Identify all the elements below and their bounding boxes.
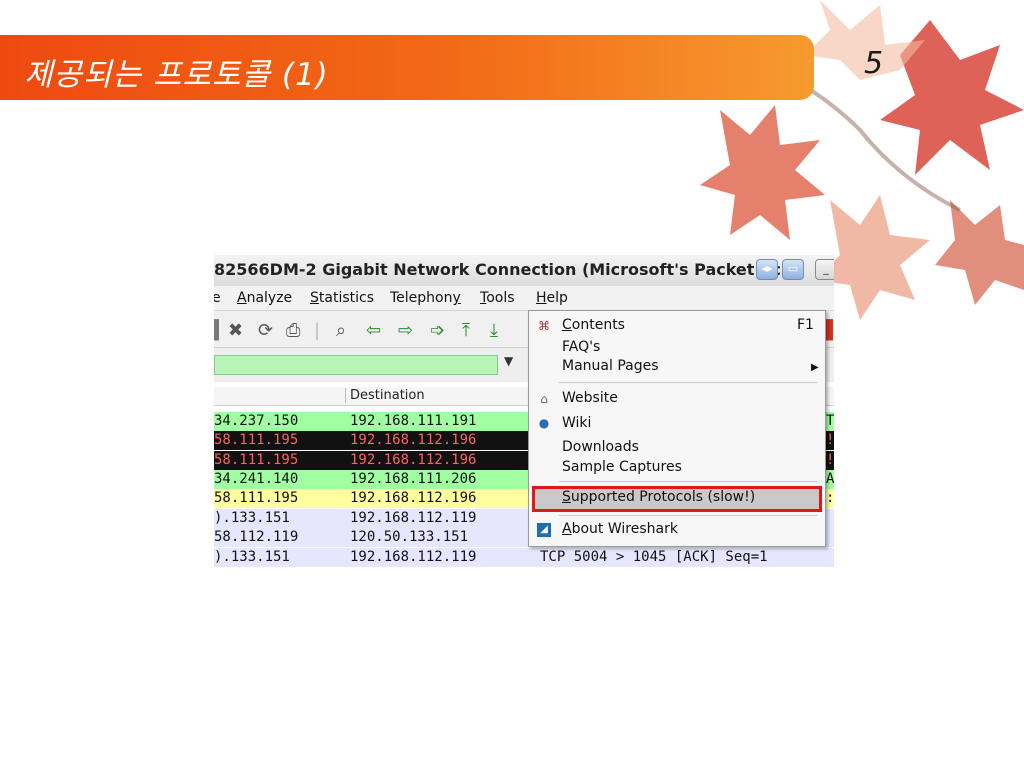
menu-statistics[interactable]: Statistics bbox=[310, 290, 374, 306]
go-to-packet-icon[interactable]: ➩ bbox=[430, 320, 445, 341]
filter-dropdown-arrow-icon[interactable]: ▼ bbox=[504, 354, 513, 368]
help-menu-website[interactable]: Website bbox=[562, 390, 618, 406]
menu-bar: e Analyze Statistics Telephony Tools Hel… bbox=[214, 286, 834, 341]
minimize-button[interactable]: _ bbox=[815, 259, 834, 280]
cell-source: 58.111.195 bbox=[214, 432, 299, 448]
toolbar-edge-red-icon: ▌ bbox=[826, 320, 834, 341]
find-packet-icon[interactable]: ⌕ bbox=[336, 320, 346, 341]
table-row[interactable]: ).133.151 192.168.112.119 TCP 5004 > 1045 … bbox=[214, 548, 834, 567]
help-menu-downloads[interactable]: Downloads bbox=[562, 439, 639, 455]
help-menu-sample-captures[interactable]: Sample Captures bbox=[562, 459, 682, 475]
cell-destination: 192.168.112.196 bbox=[350, 452, 477, 468]
help-menu-manual-pages[interactable]: Manual Pages bbox=[562, 358, 659, 374]
help-menu-wiki[interactable]: Wiki bbox=[562, 415, 591, 431]
close-file-icon[interactable]: ✖ bbox=[228, 320, 243, 341]
reload-icon[interactable]: ⟳ bbox=[258, 320, 273, 341]
menu-analyze[interactable]: Analyze bbox=[237, 290, 292, 306]
wireshark-screenshot: 82566DM-2 Gigabit Network Connection (Mi… bbox=[214, 255, 834, 572]
cell-source: ).133.151 bbox=[214, 510, 290, 526]
menu-file-partial[interactable]: e bbox=[214, 290, 221, 306]
submenu-arrow-icon: ▶ bbox=[811, 362, 819, 373]
menu-separator bbox=[559, 515, 817, 516]
menu-separator bbox=[559, 382, 817, 383]
minimize-icon: _ bbox=[823, 262, 829, 275]
contents-help-icon: ⌘ bbox=[538, 319, 550, 333]
cell-destination: 192.168.111.206 bbox=[350, 471, 477, 487]
menu-help[interactable]: Help bbox=[536, 290, 568, 306]
leaf-shape bbox=[700, 105, 825, 240]
cell-info-edge: : bbox=[826, 490, 834, 506]
window-titlebar: 82566DM-2 Gigabit Network Connection (Mi… bbox=[214, 255, 834, 287]
wireshark-fin-icon: ◢ bbox=[537, 523, 551, 537]
menu-tools[interactable]: Tools bbox=[480, 290, 515, 306]
maximize-icon: ▭ bbox=[787, 262, 799, 275]
cell-source: 34.241.140 bbox=[214, 471, 299, 487]
cell-destination: 192.168.111.191 bbox=[350, 413, 477, 429]
slide-title: 제공되는 프로토콜 (1) bbox=[24, 57, 329, 93]
first-packet-icon[interactable]: ⤒ bbox=[462, 320, 470, 341]
contents-shortcut: F1 bbox=[797, 317, 814, 333]
cell-destination: 192.168.112.196 bbox=[350, 490, 477, 506]
restore-icon: ◂▸ bbox=[761, 262, 773, 275]
maximize-button[interactable]: ▭ bbox=[782, 259, 804, 280]
page-number: 5 bbox=[864, 46, 884, 81]
help-menu-faqs[interactable]: FAQ's bbox=[562, 339, 600, 355]
display-filter-input[interactable] bbox=[214, 355, 498, 375]
cell-info-edge: T bbox=[826, 413, 834, 429]
help-menu-contents[interactable]: Contents bbox=[562, 317, 625, 333]
title-banner: 제공되는 프로토콜 (1) bbox=[0, 35, 814, 100]
leaf-shape bbox=[935, 200, 1024, 305]
cell-source: ).133.151 bbox=[214, 549, 290, 565]
cell-source: 58.112.119 bbox=[214, 529, 299, 545]
last-packet-icon[interactable]: ⤓ bbox=[490, 320, 498, 341]
home-icon: ⌂ bbox=[540, 392, 548, 406]
go-back-icon[interactable]: ⇦ bbox=[366, 320, 381, 341]
toolbar-separator: | bbox=[314, 320, 321, 341]
print-icon[interactable]: ⎙ bbox=[286, 320, 300, 341]
cell-source: 58.111.195 bbox=[214, 490, 299, 506]
cell-info-edge: ! bbox=[826, 452, 834, 468]
cell-destination: 120.50.133.151 bbox=[350, 529, 469, 545]
help-menu-about-wireshark[interactable]: About Wireshark bbox=[562, 521, 678, 537]
column-destination[interactable]: Destination bbox=[345, 388, 425, 403]
go-forward-icon[interactable]: ⇨ bbox=[398, 320, 413, 341]
menu-telephony[interactable]: Telephony bbox=[390, 290, 461, 306]
cell-destination: 192.168.112.119 bbox=[350, 549, 477, 565]
cell-info-edge: A bbox=[826, 471, 834, 487]
menu-separator bbox=[559, 481, 817, 482]
cell-source: 34.237.150 bbox=[214, 413, 299, 429]
help-menu-supported-protocols[interactable]: Supported Protocols (slow!) bbox=[562, 489, 755, 505]
cell-info-edge: ! bbox=[826, 432, 834, 448]
cell-destination: 192.168.112.196 bbox=[350, 432, 477, 448]
cell-protocol-info: TCP 5004 > 1045 [ACK] Seq=1 bbox=[540, 549, 768, 565]
restore-down-button[interactable]: ◂▸ bbox=[756, 259, 778, 280]
cell-source: 58.111.195 bbox=[214, 452, 299, 468]
globe-icon: ● bbox=[538, 416, 550, 430]
cell-destination: 192.168.112.119 bbox=[350, 510, 477, 526]
window-title: 82566DM-2 Gigabit Network Connection (Mi… bbox=[214, 260, 782, 279]
toolbar-edge-icon: ▌ bbox=[214, 320, 226, 341]
help-menu-dropdown: ⌘ Contents F1 FAQ's Manual Pages ▶ ⌂ Web… bbox=[528, 310, 826, 547]
